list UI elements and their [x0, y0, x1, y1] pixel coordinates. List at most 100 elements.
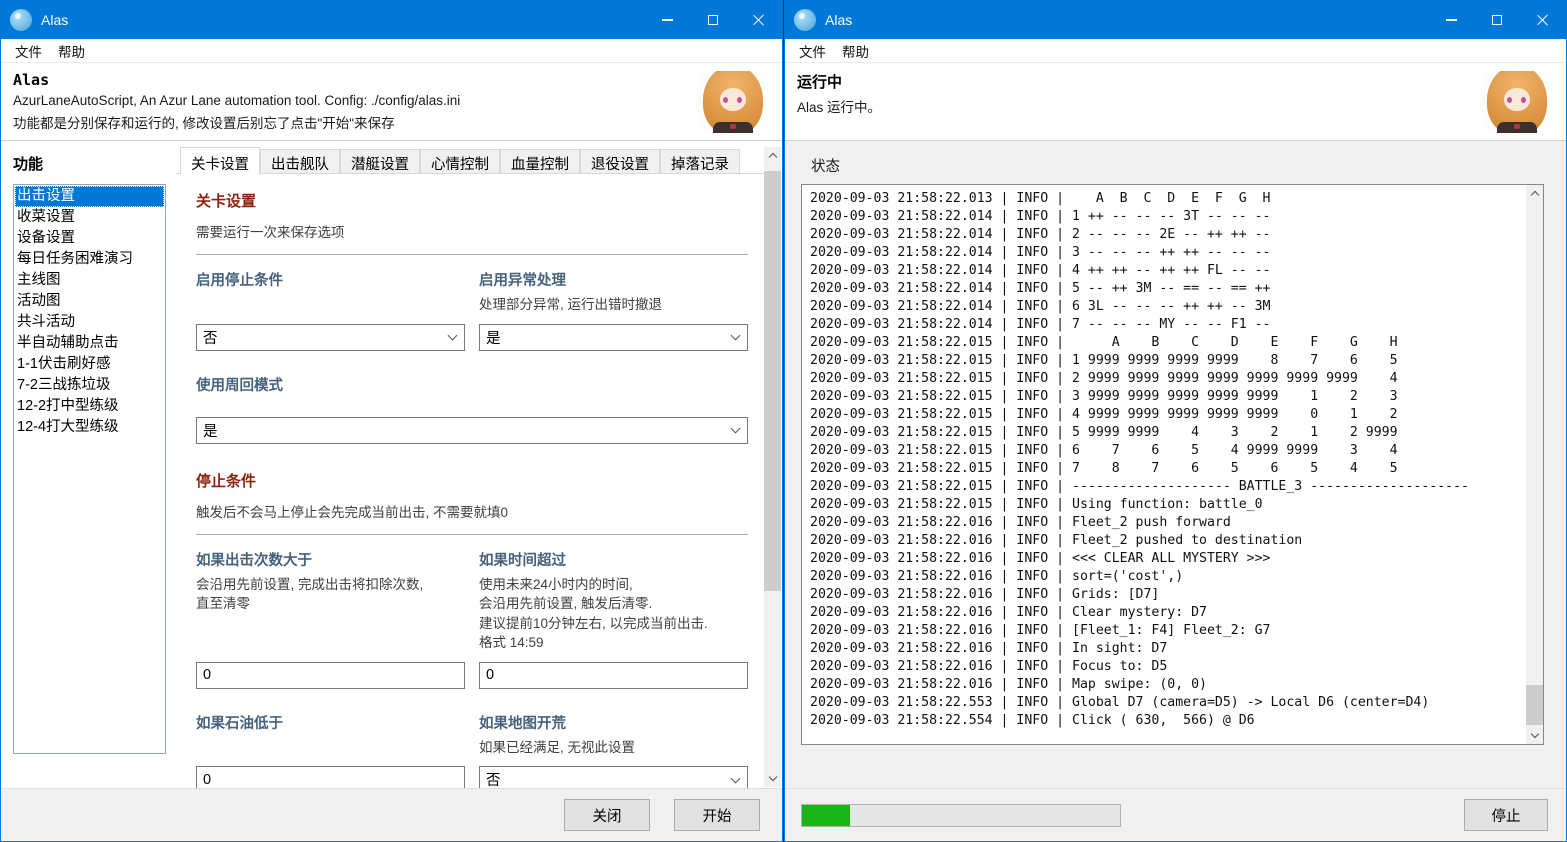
settings-body: 功能 出击设置 收菜设置 设备设置 每日任务困难演习 主线图 活动图 共斗活动 半自动辅助点击… — [1, 141, 782, 788]
function-list-item[interactable]: 每日任务困难演习 — [15, 249, 164, 270]
maximize-button[interactable] — [1474, 1, 1520, 39]
if-time-input[interactable] — [479, 661, 748, 689]
tab[interactable]: 出击舰队 — [260, 149, 340, 174]
if-count-label: 如果出击次数大于 — [196, 552, 312, 569]
function-list-item[interactable]: 出击设置 — [15, 186, 164, 207]
tab[interactable]: 心情控制 — [420, 149, 500, 174]
menu-item[interactable]: 帮助 — [50, 39, 93, 63]
scroll-down-button[interactable] — [1526, 727, 1543, 744]
menu-bar: 文件 帮助 — [1, 39, 782, 63]
log-line: 2020-09-03 21:58:22.016 | INFO | In sigh… — [810, 641, 1168, 656]
screen: Alas 文件 帮助 Alas AzurLaneAutoScript, An Az… — [0, 0, 1567, 842]
scroll-up-button[interactable] — [764, 147, 781, 164]
chevron-down-icon — [730, 330, 741, 341]
function-list-item[interactable]: 主线图 — [15, 270, 164, 291]
log-line: 2020-09-03 21:58:22.015 | INFO | A B C D… — [810, 335, 1398, 350]
if-oil-input[interactable] — [196, 766, 465, 788]
tab[interactable]: 关卡设置 — [180, 147, 260, 175]
section-title-stage: 关卡设置 — [196, 193, 257, 210]
window-title: Alas — [41, 12, 69, 28]
enable-stop-select[interactable]: 否 — [196, 323, 465, 351]
chevron-down-icon — [768, 772, 777, 782]
settings-footer: 关闭 开始 — [1, 788, 782, 841]
log-line: 2020-09-03 21:58:22.015 | INFO | 4 9999 … — [810, 407, 1398, 422]
enable-stop-label: 启用停止条件 — [196, 273, 283, 289]
tab[interactable]: 退役设置 — [580, 149, 660, 174]
scrollbar-thumb[interactable] — [1526, 685, 1543, 725]
tab[interactable]: 血量控制 — [500, 149, 580, 174]
title-bar[interactable]: Alas — [1, 1, 782, 39]
close-button[interactable] — [1520, 1, 1566, 39]
if-map-clear-select[interactable]: 否 — [479, 766, 748, 788]
log-line: 2020-09-03 21:58:22.014 | INFO | 6 3L --… — [810, 299, 1271, 314]
log-line: 2020-09-03 21:58:22.016 | INFO | Fleet_2… — [810, 533, 1303, 548]
alas-settings-window: Alas 文件 帮助 Alas AzurLaneAutoScript, An Az… — [0, 0, 783, 842]
scrollbar-thumb[interactable] — [764, 171, 781, 591]
menu-item[interactable]: 文件 — [791, 39, 834, 63]
tab-bar: 关卡设置 出击舰队 潜艇设置 心情控制 血量控制 退役设置 掉落记录 — [176, 146, 782, 175]
log-line: 2020-09-03 21:58:22.016 | INFO | Grids: … — [810, 587, 1160, 602]
tab[interactable]: 掉落记录 — [660, 149, 740, 174]
app-description: AzurLaneAutoScript, An Azur Lane automat… — [13, 93, 461, 108]
scroll-up-button[interactable] — [1526, 185, 1543, 202]
loop-mode-select[interactable]: 是 — [196, 416, 748, 444]
function-list-item[interactable]: 共斗活动 — [15, 312, 164, 333]
log-line: 2020-09-03 21:58:22.016 | INFO | <<< CLE… — [810, 551, 1271, 566]
function-list-item[interactable]: 收菜设置 — [15, 207, 164, 228]
scroll-down-button[interactable] — [764, 770, 781, 787]
function-list-item[interactable]: 活动图 — [15, 291, 164, 312]
divider — [196, 254, 748, 255]
close-button[interactable] — [736, 1, 782, 39]
function-list-item[interactable]: 设备设置 — [15, 228, 164, 249]
loop-mode-label: 使用周回模式 — [196, 377, 283, 394]
function-list[interactable]: 出击设置 收菜设置 设备设置 每日任务困难演习 主线图 活动图 共斗活动 半自动辅助点击 1-1… — [13, 184, 166, 754]
log-line: 2020-09-03 21:58:22.553 | INFO | Global … — [810, 695, 1430, 710]
log-line: 2020-09-03 21:58:22.015 | INFO | -------… — [810, 479, 1469, 494]
minimize-icon — [661, 19, 673, 21]
menu-item[interactable]: 文件 — [7, 39, 50, 63]
section-desc-stage: 需要运行一次来保存选项 — [196, 225, 345, 240]
function-list-item[interactable]: 12-4打大型练级 — [15, 417, 164, 438]
avatar-image — [1484, 71, 1550, 133]
stop-button[interactable]: 停止 — [1464, 799, 1548, 831]
log-line: 2020-09-03 21:58:22.016 | INFO | [Fleet_… — [810, 623, 1271, 638]
status-area: 状态 2020-09-03 21:58:22.013 | INFO | A B … — [785, 141, 1566, 788]
minimize-icon — [1445, 19, 1457, 21]
minimize-button[interactable] — [644, 1, 690, 39]
log-output[interactable]: 2020-09-03 21:58:22.013 | INFO | A B C D… — [802, 185, 1526, 744]
function-list-item[interactable]: 12-2打中型练级 — [15, 396, 164, 417]
function-list-item[interactable]: 1-1伏击刷好感 — [15, 354, 164, 375]
progress-fill — [802, 805, 850, 826]
alas-running-window: Alas 文件 帮助 运行中 Alas 运行中。 状态 2020-09-03 2… — [784, 0, 1567, 842]
log-line: 2020-09-03 21:58:22.015 | INFO | 6 7 6 5… — [810, 443, 1398, 458]
function-list-item[interactable]: 半自动辅助点击 — [15, 333, 164, 354]
log-line: 2020-09-03 21:58:22.014 | INFO | 7 -- --… — [810, 317, 1271, 332]
section-title-stop: 停止条件 — [196, 472, 257, 490]
log-line: 2020-09-03 21:58:22.015 | INFO | 7 8 7 6… — [810, 461, 1398, 476]
log-box[interactable]: 2020-09-03 21:58:22.013 | INFO | A B C D… — [801, 184, 1544, 745]
if-count-input[interactable] — [196, 661, 465, 689]
app-header: Alas AzurLaneAutoScript, An Azur Lane au… — [1, 63, 782, 141]
log-line: 2020-09-03 21:58:22.016 | INFO | Map swi… — [810, 677, 1207, 692]
log-line: 2020-09-03 21:58:22.014 | INFO | 5 -- ++… — [810, 281, 1271, 296]
function-list-item[interactable]: 7-2三战拣垃圾 — [15, 375, 164, 396]
enable-exception-label: 启用异常处理 — [479, 273, 566, 289]
section-desc-stop: 触发后不会马上停止会先完成当前出击, 不需要就填0 — [196, 504, 509, 520]
maximize-button[interactable] — [690, 1, 736, 39]
maximize-icon — [708, 15, 718, 25]
settings-scrollbar[interactable] — [764, 147, 781, 787]
if-map-clear-label: 如果地图开荒 — [479, 715, 566, 732]
title-bar[interactable]: Alas — [785, 1, 1566, 39]
minimize-button[interactable] — [1428, 1, 1474, 39]
tab[interactable]: 潜艇设置 — [340, 149, 420, 174]
divider — [196, 533, 748, 535]
log-scrollbar[interactable] — [1526, 185, 1543, 744]
function-sidebar: 功能 出击设置 收菜设置 设备设置 每日任务困难演习 主线图 活动图 共斗活动 半自动辅助点击… — [1, 141, 176, 788]
enable-exception-select[interactable]: 是 — [479, 323, 748, 351]
close-window-button[interactable]: 关闭 — [564, 799, 650, 831]
menu-item[interactable]: 帮助 — [834, 39, 877, 63]
log-line: 2020-09-03 21:58:22.016 | INFO | Fleet_2… — [810, 515, 1231, 530]
start-button[interactable]: 开始 — [674, 799, 760, 831]
app-name: Alas — [13, 71, 50, 89]
settings-content: 关卡设置 出击舰队 潜艇设置 心情控制 血量控制 退役设置 掉落记录 关卡设置 需要运行一次… — [176, 141, 782, 788]
